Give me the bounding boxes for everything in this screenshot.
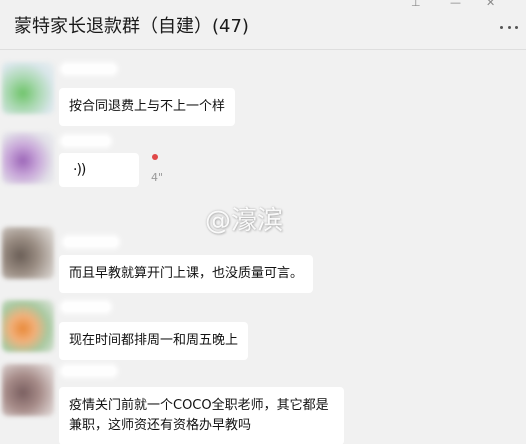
- message-item: ·)) 4": [0, 128, 526, 198]
- more-icon[interactable]: [500, 24, 518, 30]
- message-item: 现在时间都排周一和周五晚上: [0, 296, 526, 366]
- chat-header: 蒙特家长退款群（自建）(47) ⊥ — ✕: [0, 0, 526, 50]
- unread-dot: [152, 154, 158, 160]
- voice-duration: 4": [151, 171, 164, 184]
- pin-icon[interactable]: ⊥: [411, 0, 421, 9]
- sender-name: [60, 62, 118, 76]
- avatar[interactable]: [2, 227, 54, 279]
- avatar[interactable]: [2, 132, 54, 184]
- message-item: 按合同退费上与不上一个样: [0, 60, 526, 130]
- message-bubble[interactable]: 疫情关门前就一个COCO全职老师，其它都是兼职，这师资还有资格办早教吗: [59, 387, 344, 444]
- watermark: @濠滨: [205, 206, 284, 236]
- avatar[interactable]: [2, 62, 54, 114]
- message-bubble[interactable]: 按合同退费上与不上一个样: [59, 88, 236, 126]
- avatar[interactable]: [2, 364, 54, 416]
- avatar[interactable]: [2, 300, 54, 352]
- sender-name: [60, 300, 112, 314]
- message-item: 疫情关门前就一个COCO全职老师，其它都是兼职，这师资还有资格办早教吗: [0, 362, 526, 444]
- close-icon[interactable]: ✕: [486, 0, 495, 9]
- minimize-icon[interactable]: —: [450, 0, 461, 9]
- voice-bubble[interactable]: ·)): [59, 153, 139, 187]
- sender-name: [60, 364, 118, 378]
- sender-name: [62, 235, 120, 249]
- message-bubble[interactable]: 现在时间都排周一和周五晚上: [59, 322, 249, 360]
- message-bubble[interactable]: 而且早教就算开门上课，也没质量可言。: [59, 255, 314, 293]
- chat-title: 蒙特家长退款群（自建）(47): [14, 16, 249, 37]
- sender-name: [60, 134, 112, 148]
- voice-icon: ·)): [73, 162, 86, 178]
